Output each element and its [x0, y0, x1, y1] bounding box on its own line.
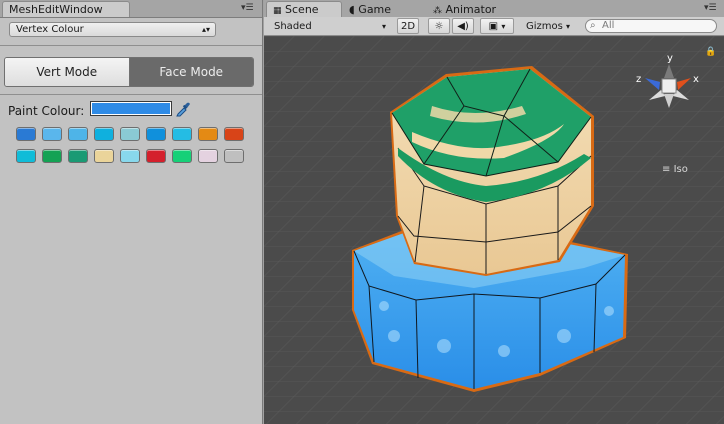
- colour-swatch[interactable]: [16, 149, 36, 163]
- image-icon: ▣: [488, 21, 499, 32]
- effects-dropdown[interactable]: ▣ ▾: [480, 18, 514, 34]
- paint-colour-fill: [92, 103, 170, 114]
- tab-scene-label: Scene: [285, 3, 319, 16]
- dropdown-arrow-icon: ▾: [501, 22, 506, 31]
- toggle-2d-button[interactable]: 2D: [397, 18, 419, 34]
- paint-colour-field[interactable]: [90, 101, 172, 116]
- colour-swatch[interactable]: [68, 149, 88, 163]
- colour-swatch[interactable]: [198, 127, 218, 141]
- tab-mesh-edit-window[interactable]: MeshEditWindow: [2, 1, 130, 17]
- gizmo-y-label: y: [667, 53, 673, 64]
- colour-swatch[interactable]: [120, 149, 140, 163]
- tab-scene[interactable]: ▦ Scene: [266, 1, 342, 17]
- colour-swatch[interactable]: [224, 127, 244, 141]
- colour-swatch[interactable]: [120, 127, 140, 141]
- divider: [0, 45, 262, 46]
- lighting-toggle[interactable]: ☼: [428, 18, 450, 34]
- projection-label: Iso: [673, 164, 688, 175]
- gizmo-z-label: z: [636, 74, 641, 85]
- colour-swatch[interactable]: [42, 149, 62, 163]
- gizmo-x-label: x: [693, 74, 699, 85]
- mode-toggle: Vert Mode Face Mode: [4, 57, 254, 87]
- gizmos-dropdown[interactable]: Gizmos ▾: [520, 18, 576, 34]
- projection-toggle[interactable]: ≡ Iso: [662, 164, 688, 175]
- mesh-edit-panel: MeshEditWindow ▾☰ Vertex Colour ▴▾ Vert …: [0, 0, 263, 424]
- colour-swatch[interactable]: [94, 127, 114, 141]
- audio-toggle[interactable]: ◀): [452, 18, 474, 34]
- colour-swatch[interactable]: [172, 127, 192, 141]
- mode-dropdown-value: Vertex Colour: [16, 24, 84, 35]
- vert-mode-button[interactable]: Vert Mode: [5, 58, 130, 86]
- search-placeholder: All: [602, 20, 615, 31]
- search-input[interactable]: ⌕ All: [585, 19, 717, 33]
- shading-mode-dropdown[interactable]: Shaded ▾: [267, 18, 391, 34]
- lock-icon[interactable]: 🔒: [705, 46, 716, 57]
- colour-swatch[interactable]: [146, 127, 166, 141]
- mode-dropdown[interactable]: Vertex Colour ▴▾: [9, 22, 216, 37]
- menu-lines-icon: ≡: [662, 164, 671, 175]
- scene-viewport[interactable]: y z x 🔒 ≡ Iso: [264, 36, 724, 424]
- sun-icon: ☼: [434, 21, 444, 32]
- tab-game-label: Game: [358, 3, 392, 16]
- tab-animator[interactable]: ⁂ Animator: [426, 1, 512, 17]
- mesh-edit-tabbar: MeshEditWindow ▾☰: [0, 0, 262, 18]
- divider: [0, 94, 262, 95]
- tab-menu-icon[interactable]: ▾☰: [704, 3, 717, 13]
- dropdown-arrow-icon: ▾: [381, 22, 386, 31]
- colour-swatch[interactable]: [16, 127, 36, 141]
- tab-animator-label: Animator: [445, 3, 497, 16]
- tab-game[interactable]: ◖ Game: [342, 1, 414, 17]
- face-mode-button[interactable]: Face Mode: [129, 58, 253, 86]
- scene-canvas: y z x 🔒: [264, 36, 724, 424]
- eyedropper-icon[interactable]: [175, 101, 191, 117]
- dropdown-arrow-icon: ▴▾: [201, 25, 210, 34]
- colour-swatch[interactable]: [172, 149, 192, 163]
- shading-mode-value: Shaded: [274, 21, 312, 32]
- paint-colour-label: Paint Colour:: [8, 104, 85, 118]
- grid-icon: ▦: [273, 6, 282, 16]
- pacman-icon: ◖: [349, 3, 355, 16]
- speaker-icon: ◀): [457, 21, 469, 32]
- scene-toolbar: Shaded ▾ 2D ☼ ◀) ▣ ▾ Gizmos ▾ ⌕ All: [264, 17, 724, 36]
- colour-swatch[interactable]: [68, 127, 88, 141]
- gizmos-label: Gizmos: [525, 21, 563, 32]
- colour-swatch[interactable]: [224, 149, 244, 163]
- colour-swatch[interactable]: [42, 127, 62, 141]
- tab-menu-icon[interactable]: ▾☰: [241, 3, 254, 13]
- search-icon: ⌕: [590, 20, 596, 31]
- scene-tabbar: ▦ Scene ◖ Game ⁂ Animator ▾☰: [264, 0, 724, 18]
- animator-icon: ⁂: [433, 6, 442, 16]
- scene-panel: ▦ Scene ◖ Game ⁂ Animator ▾☰ Shaded ▾ 2D…: [264, 0, 724, 424]
- colour-swatch[interactable]: [198, 149, 218, 163]
- colour-swatch[interactable]: [94, 149, 114, 163]
- dropdown-arrow-icon: ▾: [566, 22, 571, 31]
- colour-swatch[interactable]: [146, 149, 166, 163]
